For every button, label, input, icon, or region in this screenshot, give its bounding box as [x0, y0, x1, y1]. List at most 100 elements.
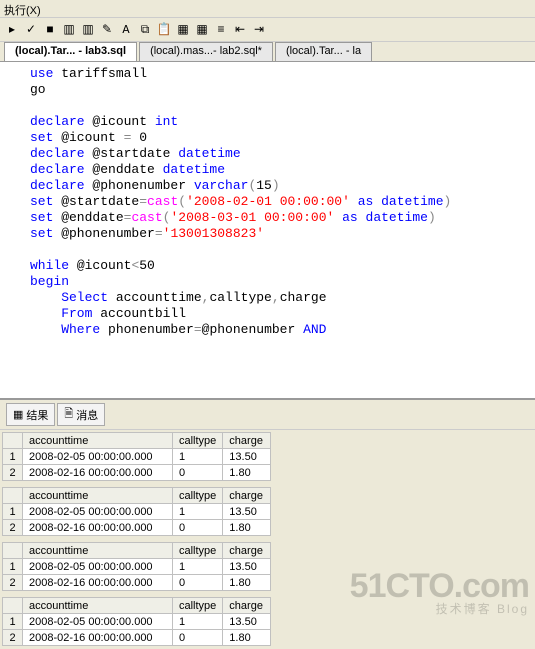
table-row[interactable]: 12008-02-05 00:00:00.000113.50 — [3, 449, 271, 465]
col-header[interactable]: charge — [223, 543, 271, 559]
cell-accounttime: 2008-02-16 00:00:00.000 — [23, 520, 173, 536]
kw-declare: declare — [30, 178, 85, 193]
col-header[interactable]: accounttime — [23, 543, 173, 559]
cell-calltype: 0 — [173, 630, 223, 646]
col-header[interactable]: accounttime — [23, 488, 173, 504]
col-header[interactable]: calltype — [173, 543, 223, 559]
cell-accounttime: 2008-02-16 00:00:00.000 — [23, 630, 173, 646]
cell-calltype: 0 — [173, 465, 223, 481]
stop-icon[interactable]: ■ — [42, 22, 58, 38]
kw-while: while — [30, 258, 69, 273]
str: '13001308823' — [163, 226, 264, 241]
menu-run[interactable]: 执行(X) — [4, 5, 41, 17]
kw-where: Where — [30, 322, 100, 337]
check-icon[interactable]: ✓ — [23, 22, 39, 38]
type-datetime: datetime — [381, 194, 443, 209]
op: = — [194, 322, 202, 337]
row-num: 2 — [3, 465, 23, 481]
db2-icon[interactable]: ▥ — [80, 22, 96, 38]
type-datetime: datetime — [163, 162, 225, 177]
op: = — [155, 226, 163, 241]
table-row[interactable]: 12008-02-05 00:00:00.000113.50 — [3, 559, 271, 575]
paren: ( — [178, 194, 186, 209]
edit-icon[interactable]: ✎ — [99, 22, 115, 38]
table-row[interactable]: 12008-02-05 00:00:00.000113.50 — [3, 504, 271, 520]
table-row[interactable]: 22008-02-16 00:00:00.00001.80 — [3, 575, 271, 591]
col-header[interactable]: accounttime — [23, 433, 173, 449]
paste-icon[interactable]: 📋 — [156, 22, 172, 38]
table-row[interactable]: 12008-02-05 00:00:00.000113.50 — [3, 614, 271, 630]
txt: @enddate — [53, 210, 123, 225]
kw-as: as — [350, 194, 381, 209]
result-grid-2: accounttimecalltypecharge12008-02-05 00:… — [2, 487, 533, 536]
msg-icon: 🗎 — [64, 405, 73, 424]
txt: tariffsmall — [53, 66, 147, 81]
num: 50 — [139, 258, 155, 273]
db-icon[interactable]: ▥ — [61, 22, 77, 38]
copy-icon[interactable]: ⧉ — [137, 22, 153, 38]
type-datetime: datetime — [178, 146, 240, 161]
kw-set: set — [30, 226, 53, 241]
result-table[interactable]: accounttimecalltypecharge12008-02-05 00:… — [2, 542, 271, 591]
grid-icon[interactable]: ▦ — [175, 22, 191, 38]
paren: ) — [428, 210, 436, 225]
str: '2008-02-01 00:00:00' — [186, 194, 350, 209]
cell-calltype: 1 — [173, 449, 223, 465]
col-header[interactable]: calltype — [173, 433, 223, 449]
table-row[interactable]: 22008-02-16 00:00:00.00001.80 — [3, 630, 271, 646]
txt: calltype — [209, 290, 271, 305]
tab-lab3[interactable]: (local).Tar... - lab3.sql — [4, 42, 137, 61]
tab-other[interactable]: (local).Tar... - la — [275, 42, 372, 61]
fn-cast: cast — [131, 210, 162, 225]
cell-accounttime: 2008-02-16 00:00:00.000 — [23, 465, 173, 481]
col-header[interactable]: charge — [223, 598, 271, 614]
txt: @startdate — [53, 194, 139, 209]
kw-declare: declare — [30, 162, 85, 177]
tab-results[interactable]: ▦结果 — [6, 403, 55, 426]
cell-accounttime: 2008-02-05 00:00:00.000 — [23, 449, 173, 465]
col-header[interactable]: charge — [223, 433, 271, 449]
tab-lab2[interactable]: (local).mas...- lab2.sql* — [139, 42, 273, 61]
tab-messages[interactable]: 🗎消息 — [57, 403, 105, 426]
result-table[interactable]: accounttimecalltypecharge12008-02-05 00:… — [2, 432, 271, 481]
txt: @icount — [85, 114, 155, 129]
result-grid-4: accounttimecalltypecharge12008-02-05 00:… — [2, 597, 533, 646]
list-icon[interactable]: ≡ — [213, 22, 229, 38]
cell-accounttime: 2008-02-16 00:00:00.000 — [23, 575, 173, 591]
kw-from: From — [30, 306, 92, 321]
txt: @phonenumber — [202, 322, 303, 337]
txt: @icount — [53, 130, 123, 145]
txt: @startdate — [85, 146, 179, 161]
grid2-icon[interactable]: ▦ — [194, 22, 210, 38]
font-icon[interactable]: A — [118, 22, 134, 38]
col-header[interactable] — [3, 433, 23, 449]
result-table[interactable]: accounttimecalltypecharge12008-02-05 00:… — [2, 597, 271, 646]
result-table[interactable]: accounttimecalltypecharge12008-02-05 00:… — [2, 487, 271, 536]
col-header[interactable] — [3, 488, 23, 504]
editor-tabs: (local).Tar... - lab3.sql (local).mas...… — [0, 42, 535, 62]
kw-and: AND — [303, 322, 326, 337]
col-header[interactable] — [3, 543, 23, 559]
results-header: ▦结果 🗎消息 — [0, 398, 535, 430]
col-header[interactable]: calltype — [173, 598, 223, 614]
kw-begin: begin — [30, 274, 69, 289]
results-grids: accounttimecalltypecharge12008-02-05 00:… — [0, 430, 535, 649]
table-row[interactable]: 22008-02-16 00:00:00.00001.80 — [3, 520, 271, 536]
grid-icon: ▦ — [13, 408, 23, 421]
sql-editor[interactable]: use tariffsmall go declare @icount int s… — [0, 62, 535, 398]
menubar: 执行(X) — [0, 0, 535, 18]
tool-icon[interactable]: ▸ — [4, 22, 20, 38]
col-header[interactable]: accounttime — [23, 598, 173, 614]
type-varchar: varchar — [194, 178, 249, 193]
col-header[interactable] — [3, 598, 23, 614]
table-row[interactable]: 22008-02-16 00:00:00.00001.80 — [3, 465, 271, 481]
col-header[interactable]: calltype — [173, 488, 223, 504]
cell-accounttime: 2008-02-05 00:00:00.000 — [23, 559, 173, 575]
kw-declare: declare — [30, 146, 85, 161]
num: 15 — [256, 178, 272, 193]
col-header[interactable]: charge — [223, 488, 271, 504]
kw-as: as — [334, 210, 365, 225]
kw-set: set — [30, 210, 53, 225]
indent-inc-icon[interactable]: ⇥ — [251, 22, 267, 38]
indent-dec-icon[interactable]: ⇤ — [232, 22, 248, 38]
